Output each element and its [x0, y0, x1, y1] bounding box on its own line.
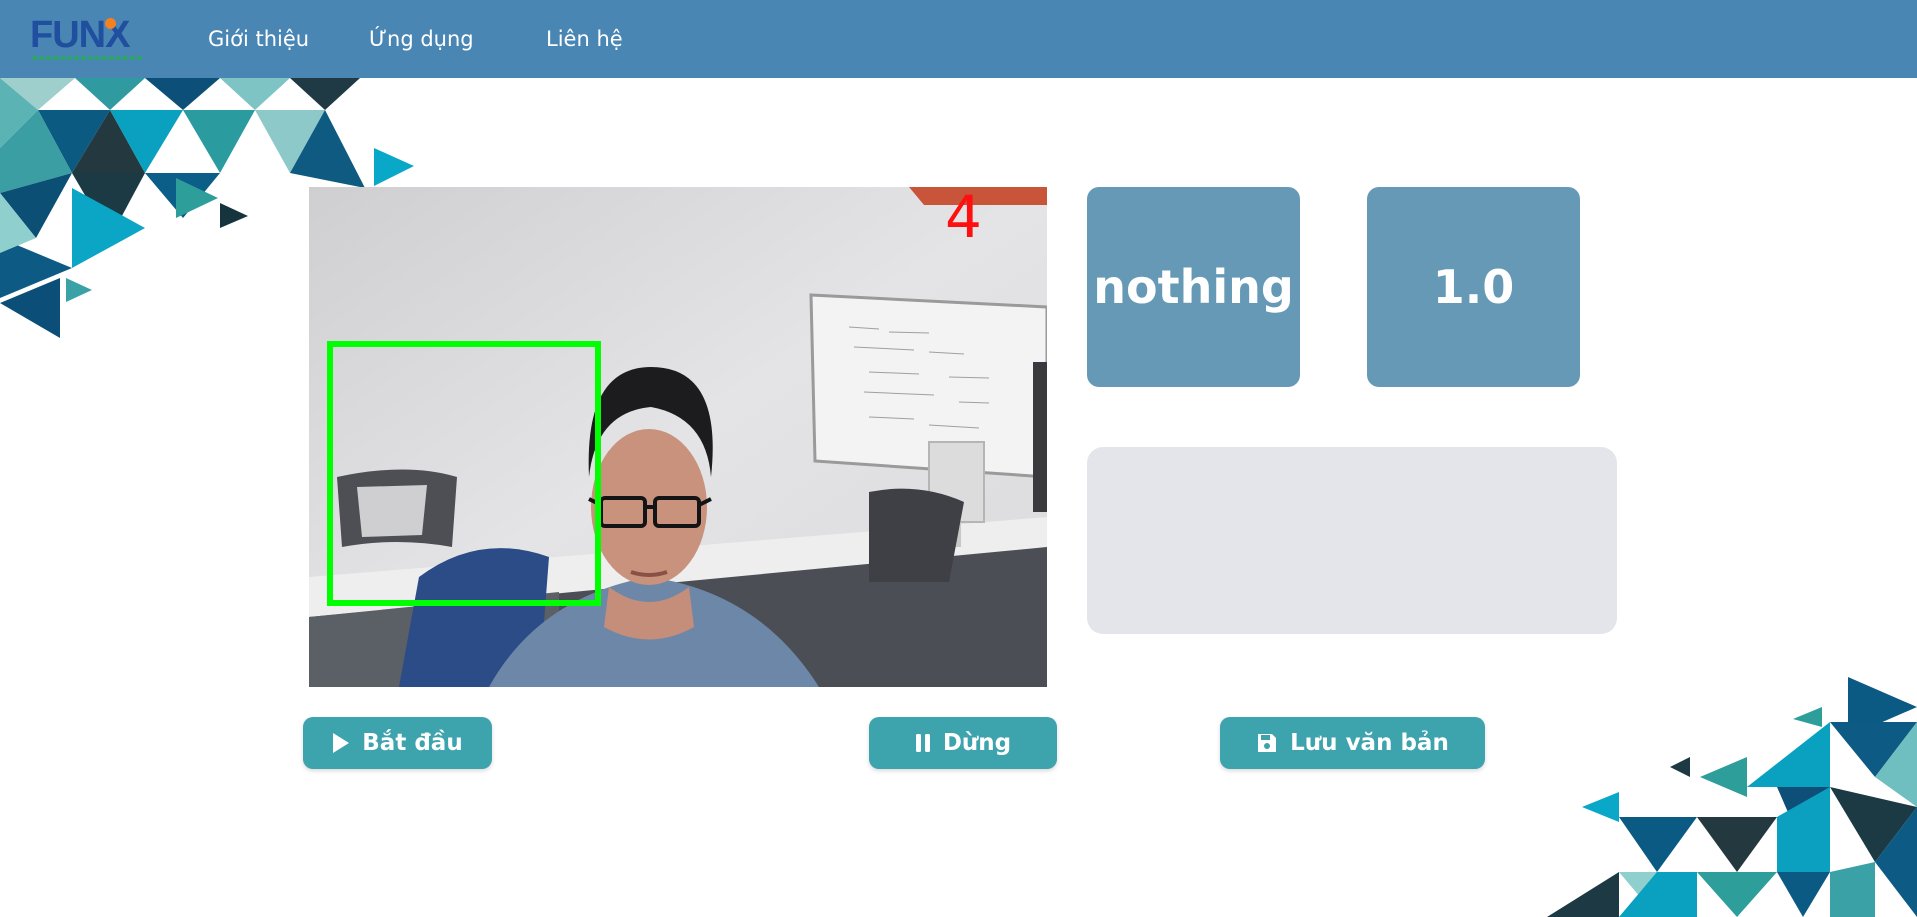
navbar: FUNX Giới thiệu Ứng dụng Liên hệ — [0, 0, 1917, 78]
overlay-count: 4 — [945, 183, 982, 251]
nav-link-ung-dung[interactable]: Ứng dụng — [369, 26, 474, 52]
save-text-button-label: Lưu văn bản — [1290, 730, 1449, 756]
webcam-image — [309, 187, 1047, 687]
nav-link-gioi-thieu[interactable]: Giới thiệu — [208, 26, 309, 52]
stop-button-label: Dừng — [942, 730, 1012, 756]
prediction-label: nothing — [1093, 260, 1294, 314]
prediction-score-card: 1.0 — [1367, 187, 1580, 387]
start-button-label: Bắt đầu — [362, 730, 463, 756]
prediction-label-card: nothing — [1087, 187, 1300, 387]
decorative-triangles-bottom-right — [1547, 677, 1917, 917]
webcam-feed — [309, 187, 1047, 687]
recognized-text-area[interactable] — [1087, 447, 1617, 634]
floppy-disk-icon — [1258, 734, 1277, 752]
prediction-score: 1.0 — [1432, 260, 1515, 314]
pause-icon — [915, 734, 930, 752]
logo-tagline — [32, 56, 142, 60]
save-text-button[interactable]: Lưu văn bản — [1220, 717, 1485, 769]
play-icon — [333, 733, 350, 753]
stop-button[interactable]: Dừng — [869, 717, 1057, 769]
start-button[interactable]: Bắt đầu — [303, 717, 492, 769]
funx-logo[interactable]: FUNX — [30, 14, 146, 64]
nav-link-lien-he[interactable]: Liên hệ — [546, 26, 623, 52]
logo-dot — [105, 18, 116, 29]
